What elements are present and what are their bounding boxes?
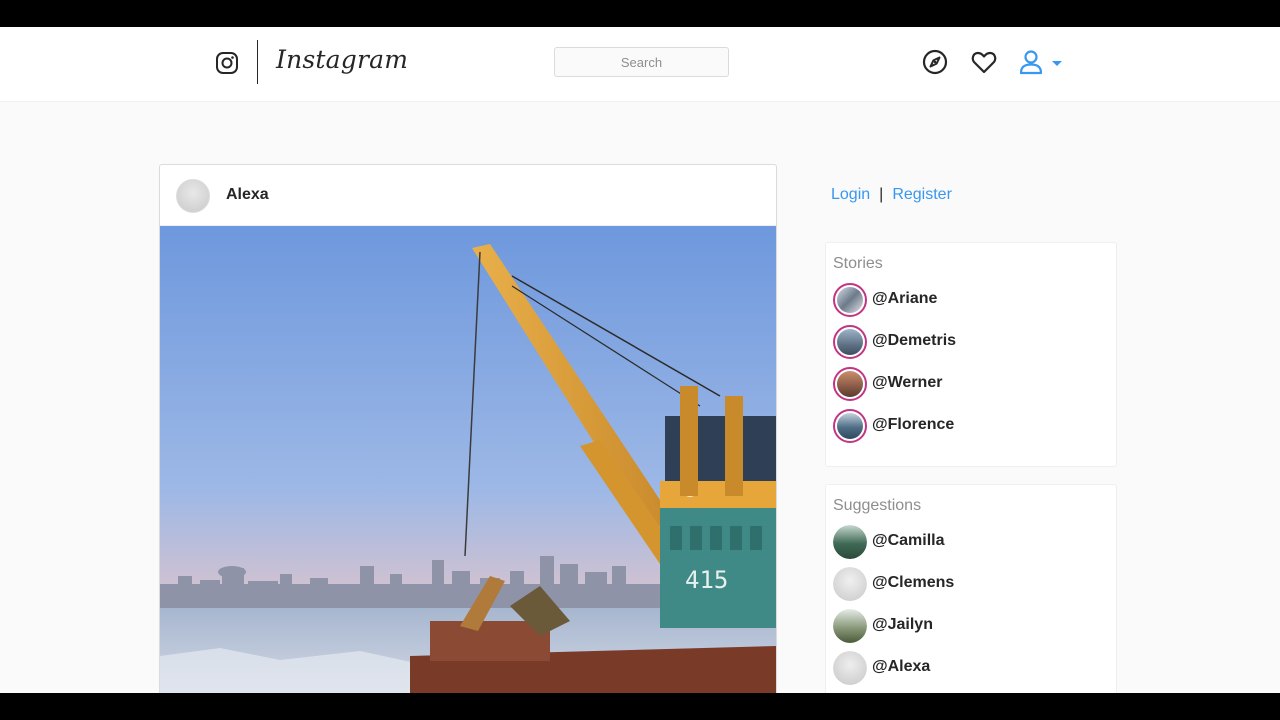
stories-card: Stories @Ariane @Demetris @Werner @Flore… [825, 242, 1117, 467]
suggestion-avatar[interactable] [833, 525, 867, 559]
story-handle[interactable]: @Florence [872, 416, 954, 434]
post-photo[interactable]: 415 [160, 226, 777, 693]
story-avatar[interactable] [833, 283, 867, 317]
top-nav: Instagram [0, 27, 1280, 102]
story-item[interactable]: @Werner [833, 367, 1103, 403]
caret-down-icon[interactable] [1052, 61, 1062, 66]
suggestion-item[interactable]: @Camilla [833, 525, 1103, 561]
suggestion-item[interactable]: @Clemens [833, 567, 1103, 603]
story-avatar[interactable] [833, 367, 867, 401]
instagram-glyph-icon[interactable] [215, 51, 239, 75]
suggestion-item[interactable]: @Alexa [833, 651, 1103, 687]
story-handle[interactable]: @Ariane [872, 290, 937, 308]
story-item[interactable]: @Demetris [833, 325, 1103, 361]
register-link[interactable]: Register [892, 186, 952, 203]
story-item[interactable]: @Florence [833, 409, 1103, 445]
feed-post: Alexa 415 [159, 164, 777, 693]
letterbox-bottom [0, 693, 1280, 720]
suggestion-handle[interactable]: @Jailyn [872, 616, 933, 634]
post-header: Alexa [160, 165, 776, 226]
suggestion-handle[interactable]: @Alexa [872, 658, 930, 676]
suggestion-handle[interactable]: @Camilla [872, 532, 945, 550]
suggestion-avatar[interactable] [833, 651, 867, 685]
story-avatar[interactable] [833, 409, 867, 443]
suggestions-card: Suggestions @Camilla @Clemens @Jailyn @A… [825, 484, 1117, 693]
login-link[interactable]: Login [831, 186, 870, 203]
post-author-name[interactable]: Alexa [226, 186, 269, 204]
story-item[interactable]: @Ariane [833, 283, 1103, 319]
search-input[interactable] [554, 47, 729, 77]
story-avatar[interactable] [833, 325, 867, 359]
suggestion-item[interactable]: @Jailyn [833, 609, 1103, 645]
explore-compass-icon[interactable] [921, 48, 949, 76]
app-viewport: Instagram Alexa [0, 27, 1280, 693]
suggestion-avatar[interactable] [833, 567, 867, 601]
auth-links: Login | Register [831, 186, 952, 204]
user-profile-icon[interactable] [1017, 48, 1045, 76]
story-handle[interactable]: @Demetris [872, 332, 956, 350]
story-handle[interactable]: @Werner [872, 374, 942, 392]
post-author-avatar[interactable] [176, 179, 210, 213]
logo-divider [257, 40, 258, 84]
crane-number-label: 415 [685, 566, 728, 594]
auth-separator: | [879, 186, 884, 203]
suggestions-title: Suggestions [833, 497, 922, 514]
heart-icon[interactable] [970, 48, 998, 76]
stories-title: Stories [833, 255, 883, 272]
suggestion-avatar[interactable] [833, 609, 867, 643]
instagram-wordmark[interactable]: Instagram [276, 45, 408, 74]
suggestion-handle[interactable]: @Clemens [872, 574, 954, 592]
